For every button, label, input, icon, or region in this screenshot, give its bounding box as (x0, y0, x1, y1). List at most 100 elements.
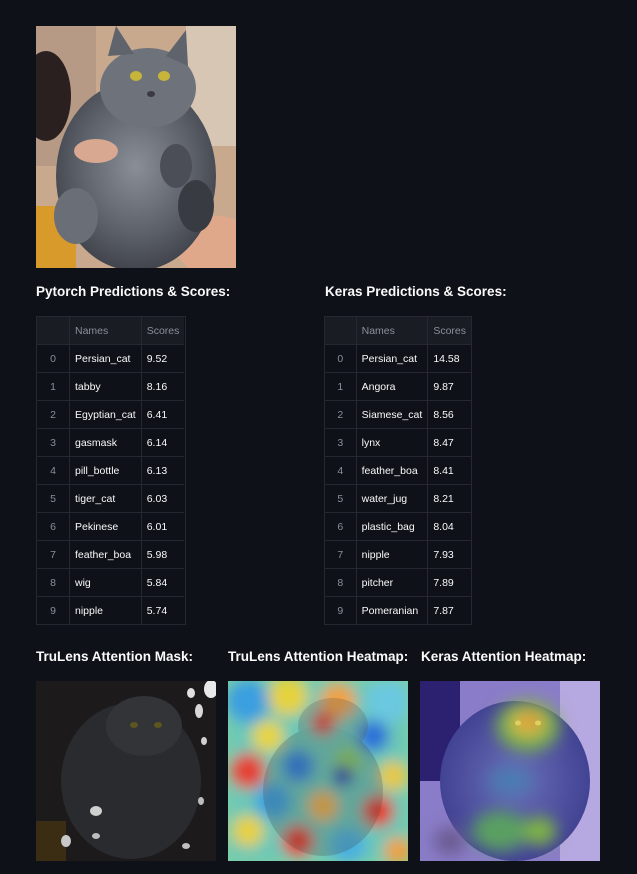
prediction-score[interactable]: 5.98 (141, 540, 185, 569)
row-index[interactable]: 6 (37, 512, 70, 541)
row-index[interactable]: 3 (37, 428, 70, 457)
pytorch-predictions-title: Pytorch Predictions & Scores: (36, 284, 231, 299)
table-row: 8 pitcher 7.89 (325, 568, 471, 597)
prediction-name[interactable]: Egyptian_cat (69, 400, 142, 429)
prediction-name[interactable]: tiger_cat (69, 484, 142, 513)
row-index[interactable]: 9 (37, 596, 70, 624)
prediction-score[interactable]: 8.47 (427, 428, 471, 457)
row-index[interactable]: 5 (325, 484, 357, 513)
table-row: 4 feather_boa 8.41 (325, 456, 471, 485)
keras-predictions-table[interactable]: Names Scores 0 Persian_cat 14.58 1 Angora 9.… (324, 316, 472, 625)
table-row: 9 nipple 5.74 (37, 596, 184, 625)
prediction-name[interactable]: feather_boa (69, 540, 142, 569)
trulens-attention-mask-image (36, 681, 216, 861)
table-row: 3 gasmask 6.14 (37, 428, 185, 457)
table-header-row: Names Scores (325, 317, 471, 345)
prediction-name[interactable]: pitcher (356, 568, 429, 597)
prediction-score[interactable]: 6.01 (141, 512, 185, 541)
table-row: 2 Egyptian_cat 6.41 (37, 400, 185, 429)
prediction-score[interactable]: 5.84 (141, 568, 185, 597)
row-index[interactable]: 6 (325, 512, 357, 541)
row-index[interactable]: 3 (325, 428, 357, 457)
prediction-name[interactable]: plastic_bag (356, 512, 429, 541)
table-row: 6 Pekinese 6.01 (37, 512, 185, 541)
table-row: 1 Angora 9.87 (325, 372, 471, 401)
prediction-name[interactable]: gasmask (69, 428, 142, 457)
table-row: 5 water_jug 8.21 (325, 484, 471, 513)
prediction-name[interactable]: Siamese_cat (356, 400, 429, 429)
prediction-score[interactable]: 6.14 (141, 428, 185, 457)
table-row: 0 Persian_cat 14.58 (325, 344, 471, 373)
row-index[interactable]: 2 (325, 400, 357, 429)
row-index[interactable]: 8 (37, 568, 70, 597)
prediction-score[interactable]: 8.56 (427, 400, 471, 429)
prediction-name[interactable]: lynx (356, 428, 429, 457)
index-column-header[interactable] (325, 317, 357, 345)
prediction-score[interactable]: 6.13 (141, 456, 185, 485)
table-row: 5 tiger_cat 6.03 (37, 484, 185, 513)
row-index[interactable]: 4 (37, 456, 70, 485)
table-row: 7 nipple 7.93 (325, 540, 471, 569)
table-row: 6 plastic_bag 8.04 (325, 512, 471, 541)
prediction-name[interactable]: nipple (356, 540, 429, 569)
table-row: 2 Siamese_cat 8.56 (325, 400, 471, 429)
prediction-name[interactable]: nipple (69, 596, 142, 624)
prediction-score[interactable]: 9.52 (141, 344, 185, 373)
row-index[interactable]: 1 (325, 372, 357, 401)
prediction-name[interactable]: Pekinese (69, 512, 142, 541)
prediction-score[interactable]: 8.21 (427, 484, 471, 513)
prediction-score[interactable]: 14.58 (427, 344, 471, 373)
scores-column-header[interactable]: Scores (141, 317, 185, 345)
names-column-header[interactable]: Names (69, 317, 142, 345)
row-index[interactable]: 0 (325, 344, 357, 373)
keras-attention-heatmap-image (420, 681, 600, 861)
attention-mask-title: TruLens Attention Mask: (36, 649, 194, 664)
names-column-header[interactable]: Names (356, 317, 429, 345)
scores-column-header[interactable]: Scores (427, 317, 471, 345)
prediction-score[interactable]: 9.87 (427, 372, 471, 401)
prediction-score[interactable]: 8.16 (141, 372, 185, 401)
prediction-name[interactable]: pill_bottle (69, 456, 142, 485)
row-index[interactable]: 7 (325, 540, 357, 569)
prediction-name[interactable]: feather_boa (356, 456, 429, 485)
prediction-name[interactable]: Angora (356, 372, 429, 401)
row-index[interactable]: 7 (37, 540, 70, 569)
app-page: Pytorch Predictions & Scores: Names Scor… (0, 0, 637, 874)
row-index[interactable]: 9 (325, 596, 357, 624)
prediction-score[interactable]: 7.89 (427, 568, 471, 597)
keras-heatmap-title: Keras Attention Heatmap: (421, 649, 587, 664)
table-row: 3 lynx 8.47 (325, 428, 471, 457)
prediction-name[interactable]: Pomeranian (356, 596, 429, 624)
table-row: 7 feather_boa 5.98 (37, 540, 185, 569)
pytorch-predictions-table[interactable]: Names Scores 0 Persian_cat 9.52 1 tabby 8.16… (36, 316, 186, 625)
row-index[interactable]: 1 (37, 372, 70, 401)
row-index[interactable]: 8 (325, 568, 357, 597)
table-row: 4 pill_bottle 6.13 (37, 456, 185, 485)
index-column-header[interactable] (37, 317, 70, 345)
row-index[interactable]: 2 (37, 400, 70, 429)
prediction-score[interactable]: 6.41 (141, 400, 185, 429)
input-cat-image (36, 26, 236, 268)
prediction-score[interactable]: 7.87 (428, 597, 471, 625)
prediction-score[interactable]: 8.41 (427, 456, 471, 485)
row-index[interactable]: 5 (37, 484, 70, 513)
keras-predictions-title: Keras Predictions & Scores: (325, 284, 507, 299)
prediction-score[interactable]: 8.04 (427, 512, 471, 541)
prediction-name[interactable]: tabby (69, 372, 142, 401)
prediction-name[interactable]: wig (69, 568, 142, 597)
trulens-heatmap-title: TruLens Attention Heatmap: (228, 649, 409, 664)
trulens-attention-heatmap-image (228, 681, 408, 861)
table-row: 1 tabby 8.16 (37, 372, 185, 401)
table-header-row: Names Scores (37, 317, 185, 345)
row-index[interactable]: 0 (37, 344, 70, 373)
prediction-name[interactable]: Persian_cat (69, 344, 142, 373)
table-row: 9 Pomeranian 7.87 (325, 596, 471, 625)
row-index[interactable]: 4 (325, 456, 357, 485)
prediction-score[interactable]: 6.03 (141, 484, 185, 513)
table-row: 8 wig 5.84 (37, 568, 185, 597)
table-row: 0 Persian_cat 9.52 (37, 344, 185, 373)
prediction-name[interactable]: water_jug (356, 484, 429, 513)
prediction-score[interactable]: 7.93 (427, 540, 471, 569)
prediction-score[interactable]: 5.74 (141, 597, 184, 625)
prediction-name[interactable]: Persian_cat (356, 344, 429, 373)
